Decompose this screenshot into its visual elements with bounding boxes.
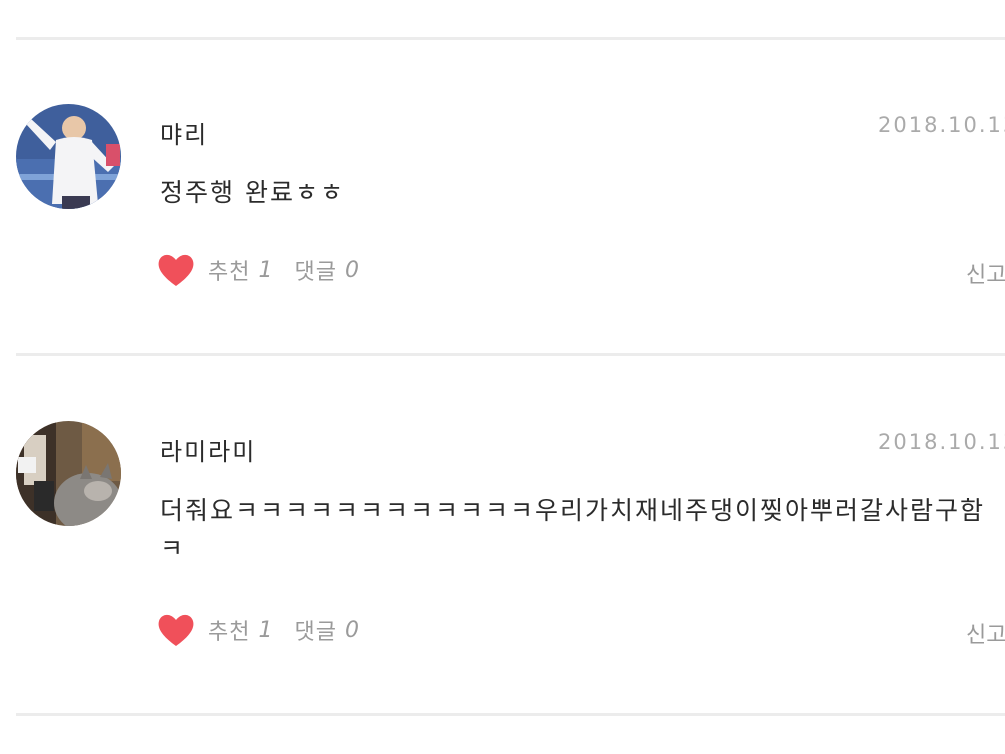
comment-date: 2018.10.13 [878, 430, 1005, 454]
like-count: 1 [258, 617, 273, 643]
comment-actions: 추천 1 댓글 0 [156, 250, 359, 290]
avatar-image [16, 104, 121, 209]
reply-count: 0 [344, 257, 359, 283]
comment-actions: 추천 1 댓글 0 [156, 610, 359, 650]
report-button[interactable]: 신고 [966, 257, 1005, 289]
avatar[interactable] [16, 104, 121, 209]
comment-text: 정주행 완료ㅎㅎ [160, 178, 345, 207]
avatar[interactable] [16, 421, 121, 526]
heart-icon[interactable] [156, 250, 196, 290]
divider [16, 353, 1005, 356]
report-button[interactable]: 신고 [966, 617, 1005, 649]
username[interactable]: 먀리 [160, 115, 208, 150]
reply-button[interactable]: 댓글 [294, 614, 336, 646]
reply-button[interactable]: 댓글 [294, 254, 336, 286]
like-count: 1 [258, 257, 273, 283]
divider [16, 713, 1005, 716]
username[interactable]: 라미라미 [160, 432, 256, 467]
comment-text: 더줘요ㅋㅋㅋㅋㅋㅋㅋㅋㅋㅋㅋㅋ우리가치재네주댕이찢아뿌러갈사람구함ㅋ [160, 496, 986, 563]
divider-top [16, 37, 1005, 40]
like-label: 추천 [208, 260, 251, 285]
like-label: 추천 [208, 620, 251, 645]
reply-count: 0 [344, 617, 359, 643]
heart-icon[interactable] [156, 610, 196, 650]
comment-date: 2018.10.13 [878, 113, 1005, 137]
avatar-image [16, 421, 121, 526]
